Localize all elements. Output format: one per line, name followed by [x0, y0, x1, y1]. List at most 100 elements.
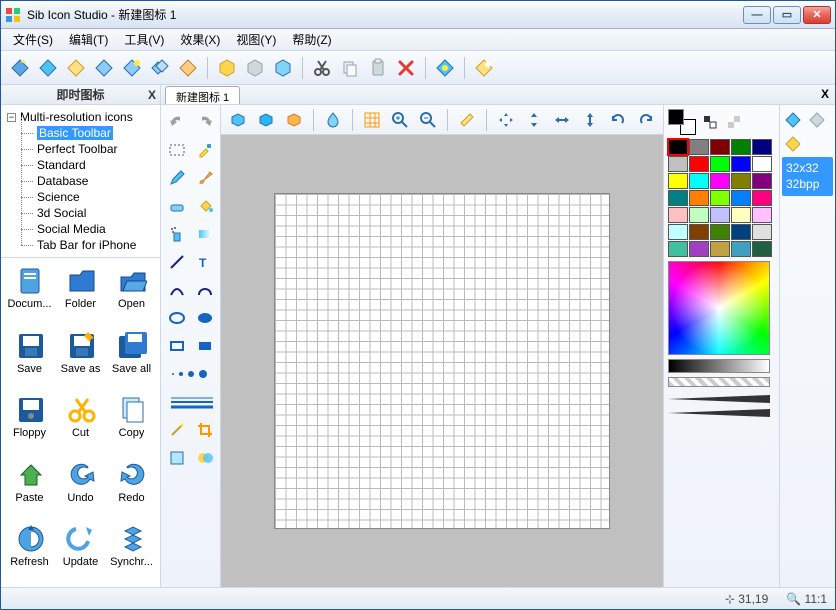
color-swatch[interactable] — [668, 207, 688, 223]
rect-outline-icon[interactable] — [164, 333, 190, 359]
curve-icon[interactable] — [164, 277, 190, 303]
pencil-icon[interactable] — [164, 165, 190, 191]
new-library-icon[interactable] — [35, 55, 61, 81]
color-swatch[interactable] — [710, 139, 730, 155]
brush-size-icon[interactable] — [164, 361, 220, 387]
color-swatch[interactable] — [689, 173, 709, 189]
paste-gray-icon[interactable] — [365, 55, 391, 81]
close-button[interactable]: ✕ — [803, 6, 831, 24]
library-item[interactable]: Redo — [107, 456, 156, 514]
color-swatch[interactable] — [710, 156, 730, 172]
library-item[interactable]: Update — [56, 520, 105, 578]
color-swatch[interactable] — [689, 207, 709, 223]
rotate-ccw-icon[interactable] — [605, 107, 631, 133]
magic-wand-icon[interactable] — [164, 417, 190, 443]
color-swatch[interactable] — [710, 241, 730, 257]
color-swatch[interactable] — [752, 207, 772, 223]
tree-item[interactable]: 3d Social — [3, 205, 158, 221]
pixel-grid-canvas[interactable] — [274, 193, 610, 529]
color-swatch[interactable] — [710, 190, 730, 206]
menu-effects[interactable]: 效果(X) — [174, 29, 226, 50]
library-item[interactable]: Synchr... — [107, 520, 156, 578]
tree-item[interactable]: Social Media — [3, 221, 158, 237]
color-swatch[interactable] — [752, 156, 772, 172]
library-item[interactable]: Undo — [56, 456, 105, 514]
color-swatch[interactable] — [710, 173, 730, 189]
ellipse-fill-icon[interactable] — [192, 305, 218, 331]
add-format-icon[interactable] — [782, 109, 804, 131]
minimize-button[interactable]: — — [743, 6, 771, 24]
color-swatch[interactable] — [689, 241, 709, 257]
brush-icon[interactable] — [192, 165, 218, 191]
delete-x-icon[interactable] — [393, 55, 419, 81]
lightness-slider[interactable] — [668, 359, 770, 373]
color-swatch[interactable] — [752, 139, 772, 155]
eraser-icon[interactable] — [164, 193, 190, 219]
crop-icon[interactable] — [192, 417, 218, 443]
library-item[interactable]: Floppy — [5, 391, 54, 449]
color-swatch[interactable] — [710, 207, 730, 223]
ruler-icon[interactable] — [454, 107, 480, 133]
cube1-icon[interactable] — [225, 107, 251, 133]
color-swatch[interactable] — [689, 224, 709, 240]
color-replace-icon[interactable] — [192, 445, 218, 471]
format-options-icon[interactable] — [782, 133, 804, 155]
tree-item[interactable]: Perfect Toolbar — [3, 141, 158, 157]
library-item[interactable]: Paste — [5, 456, 54, 514]
color-swatch[interactable] — [752, 224, 772, 240]
color-swatch[interactable] — [668, 139, 688, 155]
color-swatch[interactable] — [731, 190, 751, 206]
color-swatch[interactable] — [668, 241, 688, 257]
rect-fill-icon[interactable] — [192, 333, 218, 359]
library-item[interactable]: Copy — [107, 391, 156, 449]
color-swatch[interactable] — [752, 173, 772, 189]
menu-help[interactable]: 帮助(Z) — [286, 29, 337, 50]
library-item[interactable]: Cut — [56, 391, 105, 449]
color-swatch[interactable] — [668, 190, 688, 206]
color-swatch[interactable] — [731, 173, 751, 189]
color-swatch[interactable] — [689, 190, 709, 206]
tabs-close-icon[interactable]: X — [821, 87, 829, 101]
size-sliders[interactable] — [668, 391, 770, 421]
color-swatch[interactable] — [668, 173, 688, 189]
gradient-icon[interactable] — [192, 221, 218, 247]
saveas-diamond-icon[interactable] — [119, 55, 145, 81]
grid-toggle-icon[interactable] — [359, 107, 385, 133]
menu-edit[interactable]: 编辑(T) — [63, 29, 114, 50]
format-item[interactable]: 32x32 32bpp — [782, 157, 833, 196]
zoom-out-icon[interactable] — [415, 107, 441, 133]
lib-close-icon[interactable]: X — [148, 88, 156, 102]
tree-item[interactable]: Database — [3, 173, 158, 189]
cube2-icon[interactable] — [253, 107, 279, 133]
transparency-icon[interactable] — [724, 112, 744, 132]
library-item[interactable]: Docum... — [5, 262, 54, 320]
saveall-diamond-icon[interactable] — [147, 55, 173, 81]
menu-file[interactable]: 文件(S) — [7, 29, 59, 50]
tree-item[interactable]: Tab Bar for iPhone — [3, 237, 158, 253]
alpha-slider[interactable] — [668, 377, 770, 387]
move-arrows-icon[interactable] — [493, 107, 519, 133]
color-swatch[interactable] — [689, 156, 709, 172]
color-swatch[interactable] — [731, 224, 751, 240]
color-swatch[interactable] — [731, 156, 751, 172]
library-item[interactable]: Save as — [56, 327, 105, 385]
select-rect-icon[interactable] — [164, 137, 190, 163]
color-swatch[interactable] — [710, 224, 730, 240]
fill-bucket-icon[interactable] — [192, 193, 218, 219]
library-item[interactable]: Open — [107, 262, 156, 320]
color-swatch[interactable] — [689, 139, 709, 155]
new-icon[interactable] — [7, 55, 33, 81]
move-tool-icon[interactable] — [164, 445, 190, 471]
library-item[interactable]: Save — [5, 327, 54, 385]
undo-arrow-icon[interactable] — [164, 109, 190, 135]
color-swatch[interactable] — [731, 139, 751, 155]
settings-diamond-icon[interactable] — [471, 55, 497, 81]
hue-picker[interactable] — [668, 261, 770, 355]
color-swatch[interactable] — [752, 190, 772, 206]
flip-v-icon[interactable] — [577, 107, 603, 133]
remove-format-icon[interactable] — [806, 109, 828, 131]
box-blue-icon[interactable] — [270, 55, 296, 81]
palette-diamond-icon[interactable] — [432, 55, 458, 81]
fg-bg-swatch[interactable] — [668, 109, 696, 135]
library-item[interactable]: Folder — [56, 262, 105, 320]
